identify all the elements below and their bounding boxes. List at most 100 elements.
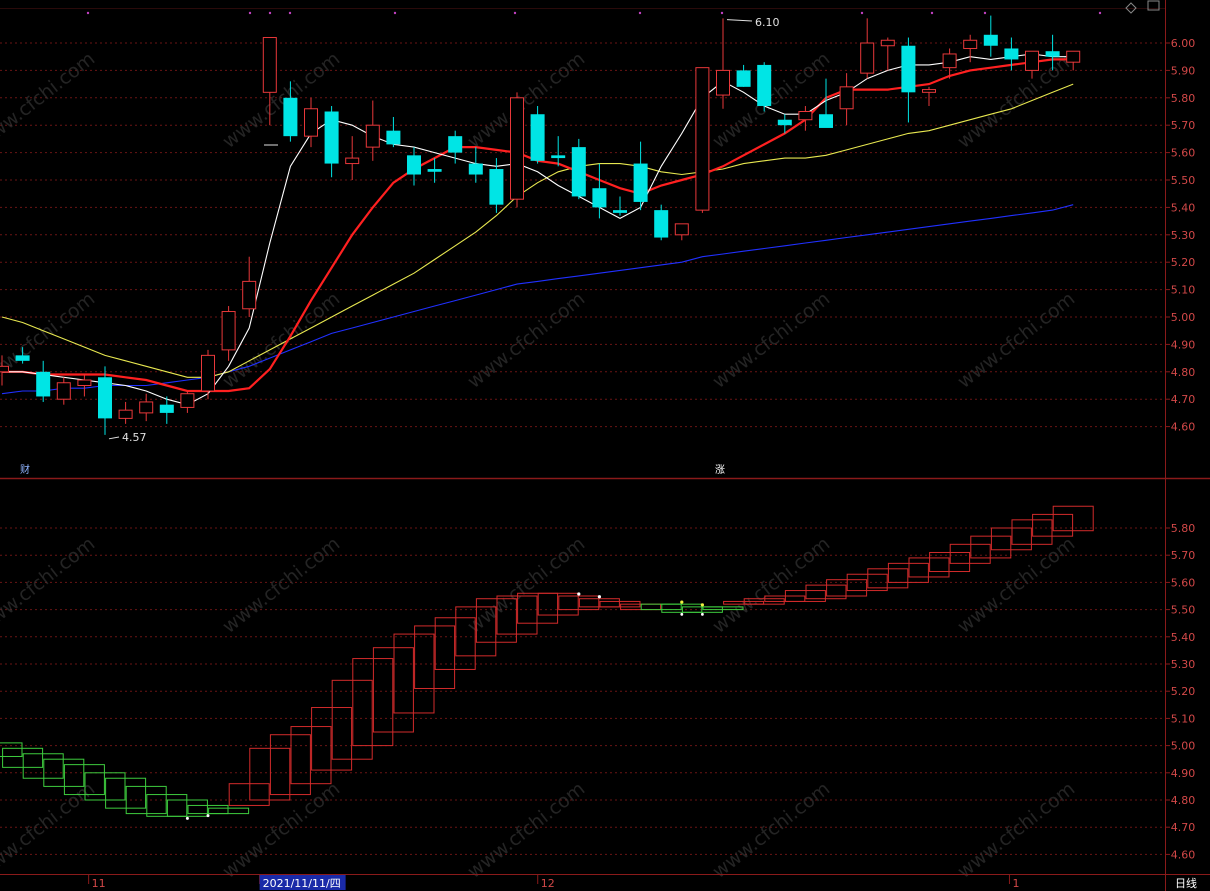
candle-body[interactable] — [1045, 51, 1060, 57]
candle-body[interactable] — [427, 169, 442, 172]
top-dot — [860, 11, 864, 15]
date-label[interactable]: 2021/11/11/四 — [263, 877, 341, 890]
candle-body[interactable] — [221, 311, 236, 351]
candle-body[interactable] — [839, 86, 854, 110]
candle-body[interactable] — [386, 130, 401, 145]
top-dot — [720, 11, 724, 15]
candle-body[interactable] — [77, 379, 92, 386]
price-tick-label: 5.60 — [1171, 147, 1196, 160]
candle-body[interactable] — [365, 124, 380, 148]
candle-body[interactable] — [468, 163, 483, 175]
candle-body[interactable] — [324, 111, 339, 164]
candle-body[interactable] — [180, 393, 195, 408]
candle-body[interactable] — [674, 223, 689, 236]
candle-body[interactable] — [736, 70, 751, 87]
indicator-tick-label: 4.80 — [1171, 794, 1196, 807]
box-marker-dot — [577, 592, 581, 596]
candle-body[interactable] — [159, 404, 174, 413]
candle-body[interactable] — [963, 39, 978, 49]
price-tick-label: 6.00 — [1171, 37, 1196, 50]
indicator-tick-label: 5.40 — [1171, 631, 1196, 644]
box-marker-dot — [680, 600, 684, 604]
top-dot — [930, 11, 934, 15]
price-tick-label: 4.90 — [1171, 338, 1196, 351]
date-label[interactable]: 1 — [1012, 877, 1019, 890]
box-marker-dot — [206, 814, 210, 818]
candle-body[interactable] — [571, 147, 586, 197]
price-tick-label: 5.30 — [1171, 229, 1196, 242]
candle-body[interactable] — [0, 365, 9, 373]
candle-body[interactable] — [922, 89, 936, 93]
indicator-tick-label: 5.80 — [1171, 522, 1196, 535]
candle-body[interactable] — [860, 42, 875, 74]
box-marker-dot — [701, 612, 704, 616]
candle-body[interactable] — [448, 136, 463, 153]
candle-body[interactable] — [283, 97, 298, 137]
candle-body[interactable] — [695, 67, 710, 211]
candle[interactable] — [571, 138, 586, 200]
candle-body[interactable] — [201, 354, 215, 392]
candle-body[interactable] — [98, 377, 112, 419]
candle-body[interactable] — [118, 409, 133, 419]
candle-body[interactable] — [139, 401, 154, 414]
candle-body[interactable] — [262, 37, 277, 93]
top-dot — [983, 11, 987, 15]
candle-body[interactable] — [489, 169, 504, 205]
candle-body[interactable] — [798, 111, 813, 121]
price-tick-label: 4.60 — [1171, 421, 1196, 434]
date-label[interactable]: 12 — [541, 877, 555, 890]
candle-body[interactable] — [901, 45, 916, 93]
box-marker-dot — [185, 816, 189, 820]
finance-marker[interactable]: 财 — [20, 463, 30, 476]
candle-body[interactable] — [15, 355, 30, 361]
candle[interactable] — [510, 92, 524, 208]
candle-body[interactable] — [654, 210, 669, 238]
stock-chart[interactable]: www.cfchi.com www.cfchi.com www.cfchi.com w… — [0, 0, 1210, 891]
candle[interactable] — [530, 106, 545, 164]
low-price-label: 4.57 — [122, 431, 147, 444]
candle-body[interactable] — [633, 163, 648, 202]
candle-body[interactable] — [551, 155, 566, 159]
top-dot — [638, 11, 642, 15]
indicator-tick-label: 5.00 — [1171, 740, 1196, 753]
price-tick-label: 5.50 — [1171, 174, 1196, 187]
candle-body[interactable] — [1066, 50, 1081, 63]
candle-body[interactable] — [592, 188, 607, 208]
rise-marker[interactable]: 涨 — [715, 464, 725, 476]
candle-body[interactable] — [777, 119, 792, 126]
candle-body[interactable] — [613, 210, 627, 213]
candle-body[interactable] — [819, 114, 833, 128]
candle-body[interactable] — [530, 114, 545, 161]
candle-body[interactable] — [757, 64, 772, 107]
candle-body[interactable] — [510, 97, 524, 200]
indicator-tick-label: 5.30 — [1171, 658, 1196, 671]
candle-body[interactable] — [242, 280, 257, 310]
top-dot — [393, 11, 397, 15]
candle[interactable] — [695, 67, 710, 213]
top-dot — [513, 11, 517, 15]
top-dot — [248, 11, 252, 15]
date-label[interactable]: 11 — [92, 877, 106, 890]
candle-body[interactable] — [716, 69, 730, 96]
candle-body[interactable] — [942, 53, 957, 69]
period-label[interactable]: 日线 — [1175, 876, 1197, 890]
candle-body[interactable] — [1004, 48, 1019, 60]
candle-body[interactable] — [407, 155, 421, 175]
indicator-tick-label: 4.90 — [1171, 767, 1196, 780]
candle-body[interactable] — [345, 157, 360, 165]
indicator-tick-label: 5.70 — [1171, 549, 1196, 562]
top-dot — [86, 11, 90, 15]
candle-body[interactable] — [56, 382, 71, 400]
indicator-tick-label: 5.60 — [1171, 576, 1196, 589]
price-tick-label: 5.90 — [1171, 64, 1196, 77]
box-marker-dot — [680, 612, 684, 616]
price-tick-label: 5.10 — [1171, 284, 1196, 297]
candle-body[interactable] — [36, 371, 51, 397]
price-tick-label: 5.80 — [1171, 92, 1196, 105]
candle-body[interactable] — [1025, 50, 1039, 71]
candle-body[interactable] — [304, 108, 318, 137]
candle-body[interactable] — [983, 34, 998, 46]
high-price-label: 6.10 — [755, 16, 780, 29]
candle[interactable] — [757, 62, 772, 112]
candle-body[interactable] — [880, 39, 895, 47]
